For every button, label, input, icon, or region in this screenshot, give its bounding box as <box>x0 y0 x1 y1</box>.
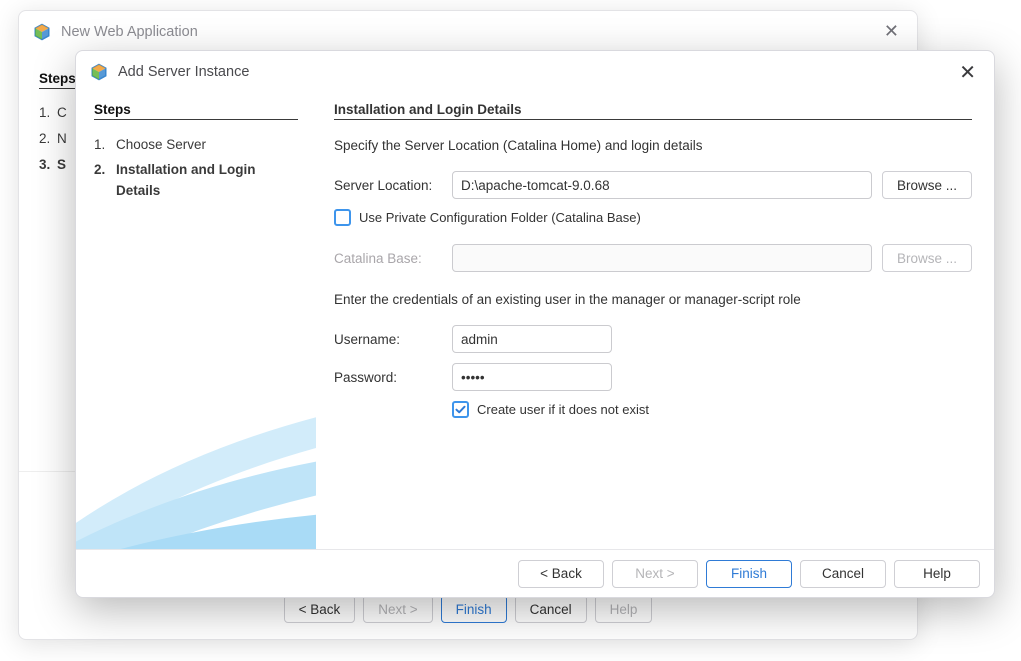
wizard-step-item: 2. Installation and Login Details <box>94 159 298 201</box>
netbeans-icon <box>90 63 108 81</box>
front-dialog-title: Add Server Instance <box>118 64 249 80</box>
server-location-input[interactable] <box>452 171 872 199</box>
wizard-steps-panel: Steps 1. Choose Server 2. Installation a… <box>76 94 316 549</box>
cancel-button[interactable]: Cancel <box>515 595 587 623</box>
cancel-button[interactable]: Cancel <box>800 560 886 588</box>
close-icon[interactable]: ✕ <box>955 60 980 85</box>
password-input[interactable] <box>452 363 612 391</box>
close-icon[interactable]: ✕ <box>880 21 903 42</box>
use-private-label: Use Private Configuration Folder (Catali… <box>359 210 641 225</box>
back-button[interactable]: < Back <box>518 560 604 588</box>
catalina-base-label: Catalina Base: <box>334 251 442 266</box>
finish-button[interactable]: Finish <box>441 595 507 623</box>
create-user-label: Create user if it does not exist <box>477 402 649 417</box>
browse-button[interactable]: Browse ... <box>882 171 972 199</box>
catalina-base-input <box>452 244 872 272</box>
netbeans-icon <box>33 23 51 41</box>
add-server-instance-dialog: Add Server Instance ✕ Steps 1. Choose Se… <box>75 50 995 598</box>
help-button: Help <box>595 595 653 623</box>
next-button: Next > <box>612 560 698 588</box>
finish-button[interactable]: Finish <box>706 560 792 588</box>
section-heading: Installation and Login Details <box>334 102 972 120</box>
decorative-swoosh <box>76 329 316 549</box>
back-button[interactable]: < Back <box>284 595 356 623</box>
front-title-bar: Add Server Instance ✕ <box>76 51 994 93</box>
back-dialog-title: New Web Application <box>61 24 198 40</box>
steps-heading: Steps <box>94 102 298 120</box>
wizard-button-bar: < Back Next > Finish Cancel Help <box>76 549 994 597</box>
checkbox-icon[interactable] <box>452 401 469 418</box>
use-private-checkbox-row[interactable]: Use Private Configuration Folder (Catali… <box>334 209 972 226</box>
credentials-instruction: Enter the credentials of an existing use… <box>334 292 972 307</box>
checkbox-icon[interactable] <box>334 209 351 226</box>
help-button[interactable]: Help <box>894 560 980 588</box>
password-label: Password: <box>334 370 442 385</box>
username-input[interactable] <box>452 325 612 353</box>
create-user-checkbox-row[interactable]: Create user if it does not exist <box>452 401 972 418</box>
next-button: Next > <box>363 595 432 623</box>
server-location-label: Server Location: <box>334 178 442 193</box>
location-instruction: Specify the Server Location (Catalina Ho… <box>334 138 972 153</box>
wizard-step-item: 1. Choose Server <box>94 134 298 155</box>
browse-button-disabled: Browse ... <box>882 244 972 272</box>
back-title-bar: New Web Application ✕ <box>19 11 917 53</box>
main-form-panel: Installation and Login Details Specify t… <box>316 94 994 549</box>
username-label: Username: <box>334 332 442 347</box>
